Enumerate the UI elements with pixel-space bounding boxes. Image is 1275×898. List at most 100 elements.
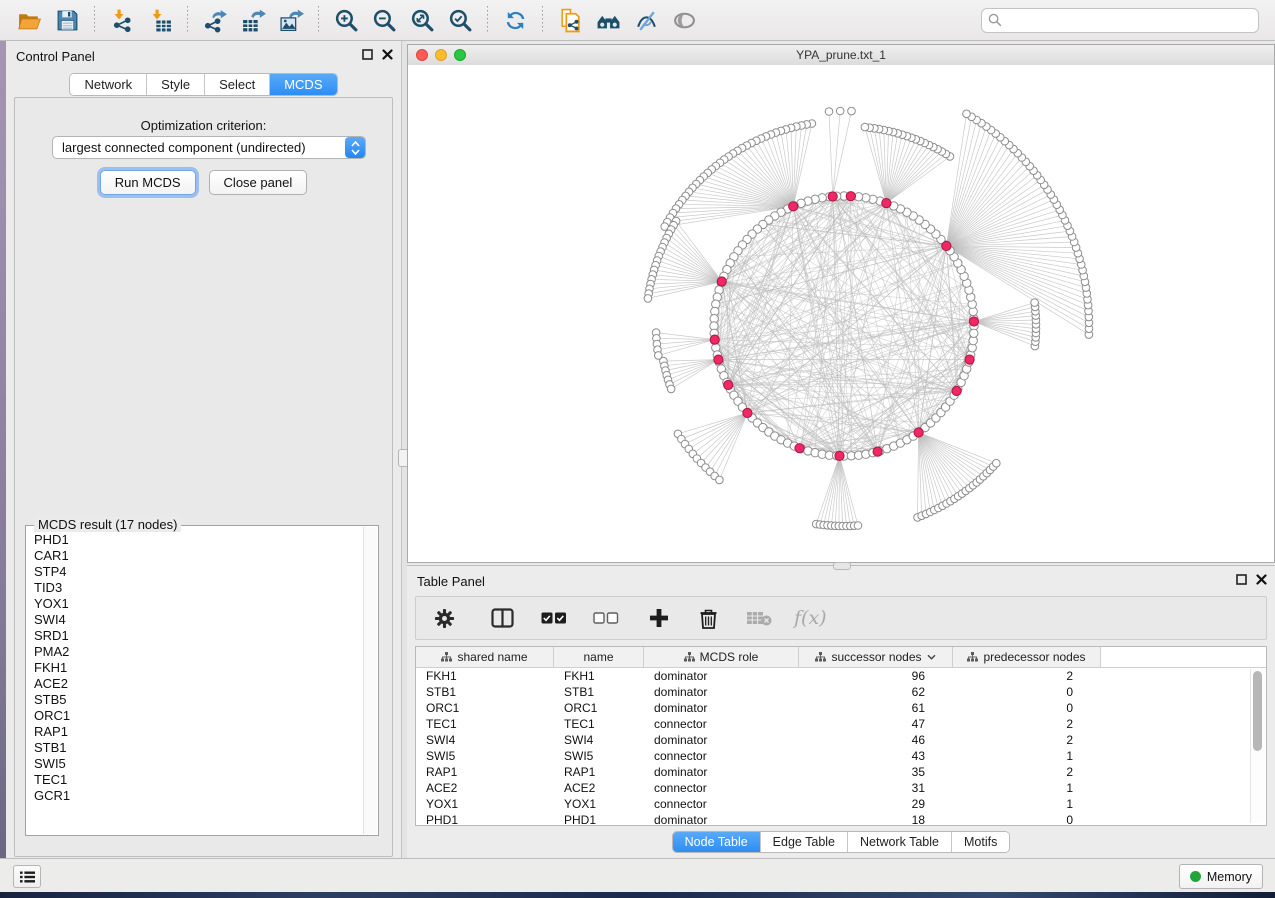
open-file-button[interactable] — [14, 5, 44, 35]
table-row[interactable]: ORC1ORC1dominator610 — [416, 700, 1266, 716]
mcds-result-item[interactable]: PMA2 — [34, 644, 364, 660]
scrollbar-thumb[interactable] — [1253, 671, 1262, 751]
tab-mcds[interactable]: MCDS — [270, 74, 336, 95]
search-input[interactable] — [981, 8, 1259, 33]
mcds-result-item[interactable]: RAP1 — [34, 724, 364, 740]
tab-motifs[interactable]: Motifs — [952, 832, 1009, 852]
mcds-node[interactable] — [846, 192, 855, 201]
mcds-node[interactable] — [952, 386, 961, 395]
table-row[interactable]: YOX1YOX1connector291 — [416, 796, 1266, 812]
select-all-button[interactable] — [541, 612, 567, 625]
memory-button[interactable]: Memory — [1179, 864, 1263, 889]
table-row[interactable]: SWI4SWI4dominator462 — [416, 732, 1266, 748]
mcds-node[interactable] — [835, 451, 844, 460]
mcds-node[interactable] — [969, 317, 978, 326]
table-row[interactable]: SWI5SWI5connector431 — [416, 748, 1266, 764]
table-row[interactable]: STB1STB1dominator620 — [416, 684, 1266, 700]
mcds-result-item[interactable]: ORC1 — [34, 708, 364, 724]
column-header-name[interactable]: name — [554, 647, 644, 667]
mcds-result-item[interactable]: STB5 — [34, 692, 364, 708]
table-row[interactable]: FKH1FKH1dominator962 — [416, 668, 1266, 684]
mcds-node[interactable] — [914, 428, 923, 437]
delete-table-button[interactable] — [746, 610, 772, 626]
shared-column-icon — [441, 652, 452, 662]
mcds-result-item[interactable]: TEC1 — [34, 772, 364, 788]
split-table-button[interactable] — [491, 608, 514, 628]
import-table-button[interactable] — [145, 5, 175, 35]
zoom-in-button[interactable] — [331, 5, 361, 35]
table-row[interactable]: ACE2ACE2connector311 — [416, 780, 1266, 796]
network-window-titlebar[interactable]: YPA_prune.txt_1 — [408, 45, 1274, 66]
float-panel-icon[interactable] — [1236, 574, 1247, 585]
mcds-result-item[interactable]: TID3 — [34, 580, 364, 596]
hide-selected-button[interactable] — [631, 5, 661, 35]
mcds-node[interactable] — [828, 192, 837, 201]
mcds-node[interactable] — [942, 241, 951, 250]
mcds-result-item[interactable]: YOX1 — [34, 596, 364, 612]
tab-edge-table[interactable]: Edge Table — [761, 832, 848, 852]
optimization-criterion-select[interactable]: largest connected component (undirected) — [52, 136, 366, 159]
show-panels-button[interactable] — [13, 865, 41, 888]
mcds-result-item[interactable]: CAR1 — [34, 548, 364, 564]
delete-column-button[interactable] — [699, 608, 718, 629]
save-session-button[interactable] — [52, 5, 82, 35]
mcds-result-item[interactable]: SWI5 — [34, 756, 364, 772]
mcds-node[interactable] — [714, 355, 723, 364]
mcds-node[interactable] — [710, 335, 719, 344]
tab-node-table[interactable]: Node Table — [673, 832, 761, 852]
mcds-result-item[interactable]: GCR1 — [34, 788, 364, 804]
mcds-result-item[interactable]: STB1 — [34, 740, 364, 756]
cell: dominator — [644, 733, 799, 747]
column-header-shared-name[interactable]: shared name — [416, 647, 554, 667]
function-builder-button[interactable]: f(x) — [794, 607, 827, 629]
table-settings-button[interactable] — [434, 608, 455, 629]
mcds-result-item[interactable]: PHD1 — [34, 532, 364, 548]
tab-select[interactable]: Select — [205, 74, 270, 95]
export-image-button[interactable] — [276, 5, 306, 35]
close-panel-icon[interactable] — [382, 49, 393, 60]
deselect-all-button[interactable] — [593, 612, 619, 625]
table-row[interactable]: PHD1PHD1dominator180 — [416, 812, 1266, 826]
mcds-node[interactable] — [724, 380, 733, 389]
show-preview-button[interactable] — [669, 5, 699, 35]
mcds-result-item[interactable]: SRD1 — [34, 628, 364, 644]
mcds-node[interactable] — [873, 447, 882, 456]
close-panel-icon[interactable] — [1256, 574, 1267, 585]
mcds-result-item[interactable]: SWI4 — [34, 612, 364, 628]
export-network-button[interactable] — [200, 5, 230, 35]
tab-network[interactable]: Network — [70, 74, 147, 95]
column-header-successor-nodes[interactable]: successor nodes — [799, 647, 953, 667]
mcds-result-item[interactable]: STP4 — [34, 564, 364, 580]
table-row[interactable]: RAP1RAP1dominator352 — [416, 764, 1266, 780]
mcds-node[interactable] — [743, 408, 752, 417]
export-table-button[interactable] — [238, 5, 268, 35]
mcds-node[interactable] — [965, 355, 974, 364]
mcds-node[interactable] — [795, 444, 804, 453]
close-panel-button[interactable]: Close panel — [209, 170, 308, 195]
refresh-button[interactable] — [500, 5, 530, 35]
network-canvas[interactable] — [408, 65, 1274, 562]
column-header-MCDS-role[interactable]: MCDS role — [644, 647, 799, 667]
float-panel-icon[interactable] — [362, 49, 373, 60]
tab-network-table[interactable]: Network Table — [848, 832, 952, 852]
column-header-predecessor-nodes[interactable]: predecessor nodes — [953, 647, 1101, 667]
mcds-node[interactable] — [717, 277, 726, 286]
mcds-node[interactable] — [789, 202, 798, 211]
table-scrollbar[interactable] — [1250, 669, 1265, 823]
tab-style[interactable]: Style — [147, 74, 205, 95]
mcds-result-item[interactable]: FKH1 — [34, 660, 364, 676]
table-row[interactable]: TEC1TEC1connector472 — [416, 716, 1266, 732]
share-document-button[interactable] — [555, 5, 585, 35]
zoom-selected-button[interactable] — [445, 5, 475, 35]
zoom-out-button[interactable] — [369, 5, 399, 35]
search-objects-button[interactable] — [593, 5, 623, 35]
mcds-node[interactable] — [882, 199, 891, 208]
run-mcds-button[interactable]: Run MCDS — [100, 170, 196, 195]
mcds-result-item[interactable]: ACE2 — [34, 676, 364, 692]
cell: dominator — [644, 669, 799, 683]
horizontal-splitter-handle[interactable] — [833, 562, 851, 570]
create-column-button[interactable] — [649, 608, 669, 628]
import-network-button[interactable] — [107, 5, 137, 35]
mcds-list-scrollbar[interactable] — [363, 527, 377, 834]
zoom-fit-button[interactable] — [407, 5, 437, 35]
